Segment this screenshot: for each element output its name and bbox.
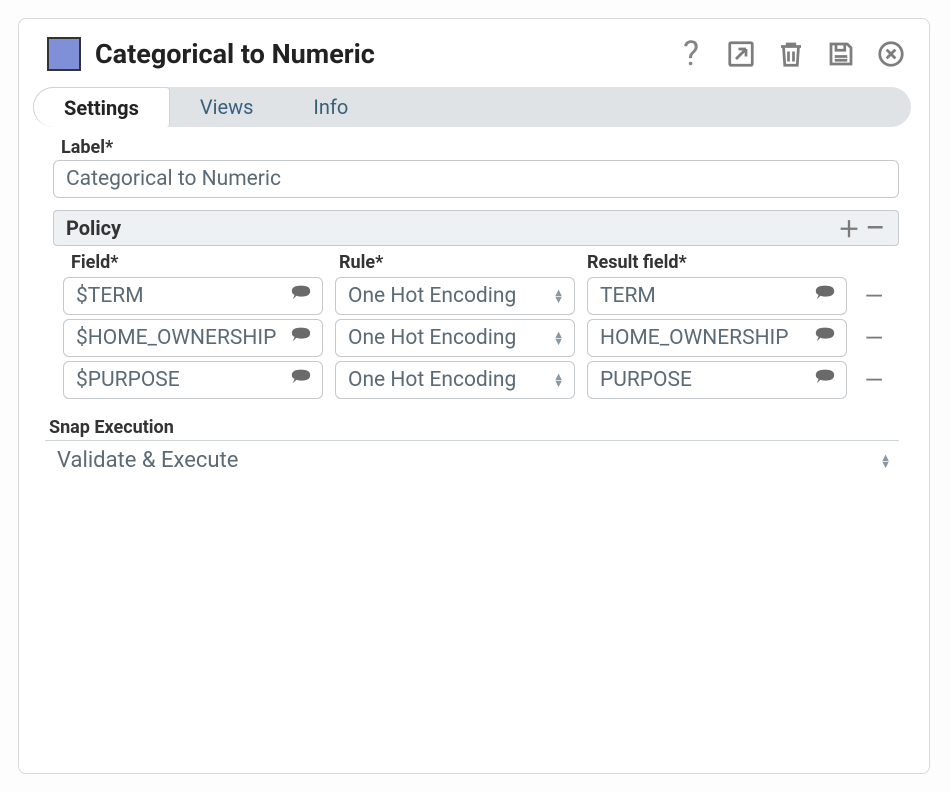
policy-result-value: PURPOSE — [600, 368, 692, 392]
panel-header: Categorical to Numeric ? — [37, 33, 911, 81]
policy-row: $TERM One Hot Encoding ▲▼ TERM — — [63, 277, 899, 315]
label-input-value: Categorical to Numeric — [66, 167, 281, 191]
policy-field-value: $TERM — [76, 284, 144, 308]
policy-rule-select[interactable]: One Hot Encoding ▲▼ — [335, 319, 575, 357]
col-header-field: Field* — [71, 252, 339, 273]
policy-row: $PURPOSE One Hot Encoding ▲▼ PURPOSE — — [63, 361, 899, 399]
help-icon[interactable]: ? — [675, 38, 707, 70]
select-caret-icon: ▲▼ — [880, 454, 891, 468]
policy-rule-value: One Hot Encoding — [348, 284, 516, 308]
select-caret-icon: ▲▼ — [553, 289, 564, 303]
policy-field-value: $PURPOSE — [76, 368, 180, 392]
tab-views[interactable]: Views — [170, 87, 284, 127]
select-caret-icon: ▲▼ — [553, 331, 564, 345]
row-remove-button[interactable]: — — [859, 282, 889, 310]
policy-row: $HOME_OWNERSHIP One Hot Encoding ▲▼ HOME… — [63, 319, 899, 357]
policy-section-title: Policy — [66, 216, 121, 240]
select-caret-icon: ▲▼ — [553, 373, 564, 387]
expression-icon[interactable] — [290, 367, 312, 393]
tab-settings[interactable]: Settings — [33, 87, 170, 127]
policy-grid: Field* Rule* Result field* $TERM One Hot… — [63, 252, 899, 399]
expression-icon[interactable] — [814, 325, 836, 351]
policy-add-button[interactable]: ＋ — [836, 212, 862, 244]
snap-execution-label: Snap Execution — [49, 417, 911, 438]
expression-icon[interactable] — [290, 283, 312, 309]
col-header-rule: Rule* — [339, 252, 587, 273]
policy-result-value: TERM — [600, 284, 656, 308]
label-field-label: Label* — [61, 137, 911, 158]
label-input[interactable]: Categorical to Numeric — [53, 160, 899, 198]
policy-result-input[interactable]: HOME_OWNERSHIP — [587, 319, 847, 357]
close-icon[interactable] — [875, 38, 907, 70]
policy-section-header: Policy ＋ — — [53, 210, 899, 246]
policy-rule-value: One Hot Encoding — [348, 326, 516, 350]
snap-execution-value: Validate & Execute — [57, 448, 238, 473]
snap-execution-select[interactable]: Validate & Execute ▲▼ — [45, 440, 899, 480]
trash-icon[interactable] — [775, 38, 807, 70]
col-header-result: Result field* — [587, 252, 875, 273]
policy-rule-value: One Hot Encoding — [348, 368, 516, 392]
policy-field-value: $HOME_OWNERSHIP — [76, 326, 276, 350]
save-icon[interactable] — [825, 38, 857, 70]
policy-rule-select[interactable]: One Hot Encoding ▲▼ — [335, 277, 575, 315]
panel-title: Categorical to Numeric — [95, 38, 675, 70]
title-swatch-icon — [47, 37, 81, 71]
policy-result-value: HOME_OWNERSHIP — [600, 326, 789, 350]
header-actions: ? — [675, 38, 907, 70]
policy-column-headers: Field* Rule* Result field* — [71, 252, 899, 273]
policy-field-input[interactable]: $TERM — [63, 277, 323, 315]
expression-icon[interactable] — [290, 325, 312, 351]
policy-result-input[interactable]: TERM — [587, 277, 847, 315]
tabs-bar: Settings Views Info — [33, 87, 911, 127]
expression-icon[interactable] — [814, 367, 836, 393]
settings-panel: Categorical to Numeric ? Settings Views … — [18, 18, 930, 774]
expression-icon[interactable] — [814, 283, 836, 309]
policy-result-input[interactable]: PURPOSE — [587, 361, 847, 399]
policy-remove-button[interactable]: — — [862, 216, 888, 241]
tab-info[interactable]: Info — [283, 87, 378, 127]
policy-field-input[interactable]: $PURPOSE — [63, 361, 323, 399]
export-icon[interactable] — [725, 38, 757, 70]
row-remove-button[interactable]: — — [859, 366, 889, 394]
policy-rule-select[interactable]: One Hot Encoding ▲▼ — [335, 361, 575, 399]
policy-field-input[interactable]: $HOME_OWNERSHIP — [63, 319, 323, 357]
row-remove-button[interactable]: — — [859, 324, 889, 352]
